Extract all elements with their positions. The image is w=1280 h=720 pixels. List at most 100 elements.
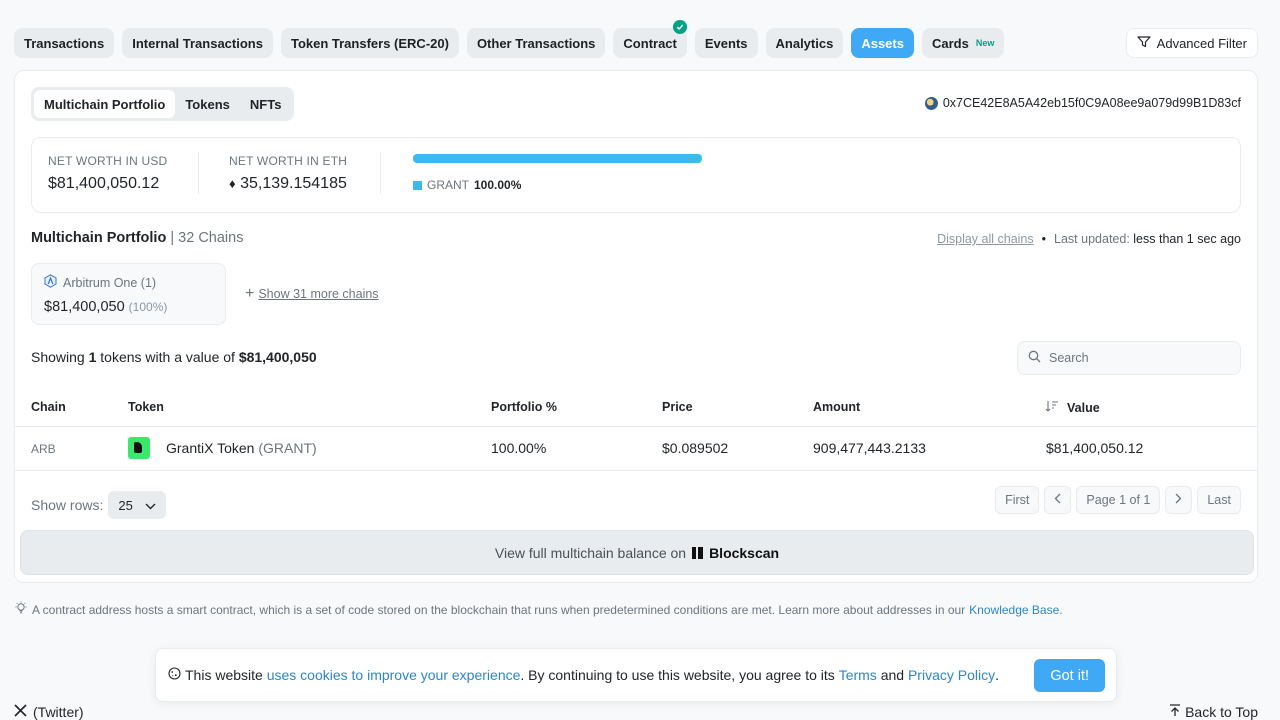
tab-assets[interactable]: Assets: [851, 28, 914, 58]
allocation-bar: [413, 154, 702, 163]
view-blockscan-button[interactable]: View full multichain balance on Blocksca…: [20, 530, 1254, 575]
tab-analytics[interactable]: Analytics: [765, 28, 844, 58]
showing-summary: Showing 1 tokens with a value of $81,400…: [31, 349, 317, 365]
cookie-text-2: . By continuing to use this website, you…: [520, 667, 835, 683]
twitter-link[interactable]: (Twitter): [14, 704, 84, 720]
contract-info-note: A contract address hosts a smart contrac…: [14, 601, 1063, 618]
show-more-chains-link[interactable]: Show 31 more chains: [258, 287, 378, 301]
filter-icon: [1137, 35, 1151, 51]
portfolio-title: Multichain Portfolio | 32 Chains: [31, 230, 243, 246]
chains-count: 32 Chains: [178, 230, 244, 246]
plus-icon: +: [245, 285, 255, 302]
allocation-legend: GRANT 100.00%: [413, 178, 521, 192]
tab-transactions[interactable]: Transactions: [14, 28, 115, 58]
advanced-filter-label: Advanced Filter: [1156, 35, 1247, 51]
sort-icon: [1045, 400, 1059, 415]
lightbulb-icon: [14, 601, 28, 618]
separator: |: [170, 230, 179, 246]
rows-per-page: Show rows: 25: [31, 491, 166, 519]
col-value[interactable]: Value: [1045, 400, 1100, 415]
back-to-top-label: Back to Top: [1185, 704, 1258, 720]
bullet: •: [1041, 232, 1047, 246]
x-logo-icon: [14, 704, 27, 720]
accept-cookies-button[interactable]: Got it!: [1034, 659, 1105, 692]
back-to-top-link[interactable]: Back to Top: [1169, 704, 1258, 720]
terms-link[interactable]: Terms: [839, 667, 877, 683]
last-updated-label: Last updated:: [1054, 232, 1130, 246]
twitter-label: (Twitter): [33, 704, 84, 720]
pagination: First Page 1 of 1 Last: [995, 486, 1241, 514]
search-icon: [1028, 350, 1041, 366]
prev-page-button[interactable]: [1044, 486, 1072, 514]
divider: [380, 152, 381, 194]
chain-value-pct: (100%): [128, 300, 168, 314]
tab-internal-transactions[interactable]: Internal Transactions: [122, 28, 273, 58]
token-symbol: (GRANT): [258, 440, 317, 456]
cell-portfolio: 100.00%: [491, 440, 547, 456]
tab-token-transfers[interactable]: Token Transfers (ERC-20): [280, 28, 459, 58]
showing-prefix: Showing: [31, 349, 85, 365]
cookie-banner: This website uses cookies to improve you…: [155, 648, 1117, 702]
col-value-label: Value: [1067, 400, 1100, 415]
contract-info-text: A contract address hosts a smart contrac…: [32, 602, 966, 617]
rows-label: Show rows:: [31, 497, 104, 513]
cookie-icon: [168, 667, 181, 683]
first-page-button[interactable]: First: [995, 486, 1040, 514]
next-page-button[interactable]: [1165, 486, 1193, 514]
cookie-text-3: and: [880, 667, 905, 683]
knowledge-base-link[interactable]: Knowledge Base: [969, 603, 1059, 617]
contract-info-end: .: [1059, 602, 1063, 617]
cell-value: $81,400,050.12: [1046, 440, 1144, 456]
col-portfolio: Portfolio %: [491, 400, 557, 414]
cell-chain: ARB: [31, 442, 56, 456]
last-updated-value: less than 1 sec ago: [1133, 232, 1241, 246]
cookie-text-4: .: [995, 667, 999, 683]
token-name: GrantiX Token: [166, 440, 255, 456]
assets-card: Multichain Portfolio Tokens NFTs 0x7CE42…: [14, 70, 1258, 583]
tab-contract-label: Contract: [623, 35, 677, 51]
asset-subtabs: Multichain Portfolio Tokens NFTs: [31, 87, 295, 121]
subtab-nfts[interactable]: NFTs: [240, 90, 292, 118]
tab-cards[interactable]: Cards New: [921, 28, 1005, 58]
verified-check-icon: [672, 20, 687, 34]
rows-value: 25: [118, 497, 133, 513]
show-more-chains[interactable]: + Show 31 more chains: [245, 285, 379, 303]
display-all-chains-link[interactable]: Display all chains: [937, 232, 1034, 246]
tab-contract[interactable]: Contract: [613, 20, 687, 58]
rows-select[interactable]: 25: [108, 491, 166, 519]
portfolio-title-text: Multichain Portfolio: [31, 230, 167, 246]
last-page-button[interactable]: Last: [1197, 486, 1241, 514]
subtab-tokens[interactable]: Tokens: [175, 90, 240, 118]
chevron-right-icon: [1175, 493, 1182, 507]
legend-swatch: [413, 180, 422, 190]
search-input[interactable]: [1049, 351, 1219, 365]
address-avatar-icon: [924, 96, 938, 110]
networth-usd: NET WORTH IN USD $81,400,050.12: [48, 154, 167, 193]
last-updated: Last updated: less than 1 sec ago: [1054, 232, 1241, 246]
networth-eth-value: ♦ 35,139.154185: [229, 175, 347, 193]
showing-value: $81,400,050: [238, 349, 317, 365]
cell-token[interactable]: GrantiX Token (GRANT): [166, 440, 317, 456]
privacy-policy-link[interactable]: Privacy Policy: [908, 667, 995, 683]
tab-other-transactions[interactable]: Other Transactions: [466, 28, 606, 58]
advanced-filter-button[interactable]: Advanced Filter: [1125, 28, 1258, 58]
networth-usd-value: $81,400,050.12: [48, 175, 160, 192]
arrow-up-icon: [1169, 704, 1181, 720]
new-badge: New: [975, 38, 995, 48]
page-info: Page 1 of 1: [1076, 486, 1161, 514]
divider: [198, 152, 199, 194]
address-text[interactable]: 0x7CE42E8A5A42eb15f0C9A08ee9a079d99B1D83…: [943, 96, 1241, 110]
arbitrum-icon: [44, 274, 57, 291]
col-token: Token: [128, 400, 164, 414]
chain-card-arbitrum[interactable]: Arbitrum One (1) $81,400,050 (100%): [31, 263, 226, 325]
blockscan-brand: Blockscan: [709, 544, 780, 561]
address-tabs: Transactions Internal Transactions Token…: [14, 20, 1005, 58]
cookie-policy-link[interactable]: uses cookies to improve your experience: [267, 667, 521, 683]
networth-eth-amount: 35,139.154185: [240, 175, 347, 192]
tab-events[interactable]: Events: [694, 28, 758, 58]
showing-middle: tokens with a value of: [100, 349, 235, 365]
col-amount: Amount: [813, 400, 861, 414]
cell-price: $0.089502: [662, 440, 729, 456]
subtab-multichain-portfolio[interactable]: Multichain Portfolio: [34, 90, 176, 118]
networth-eth: NET WORTH IN ETH ♦ 35,139.154185: [229, 154, 347, 193]
